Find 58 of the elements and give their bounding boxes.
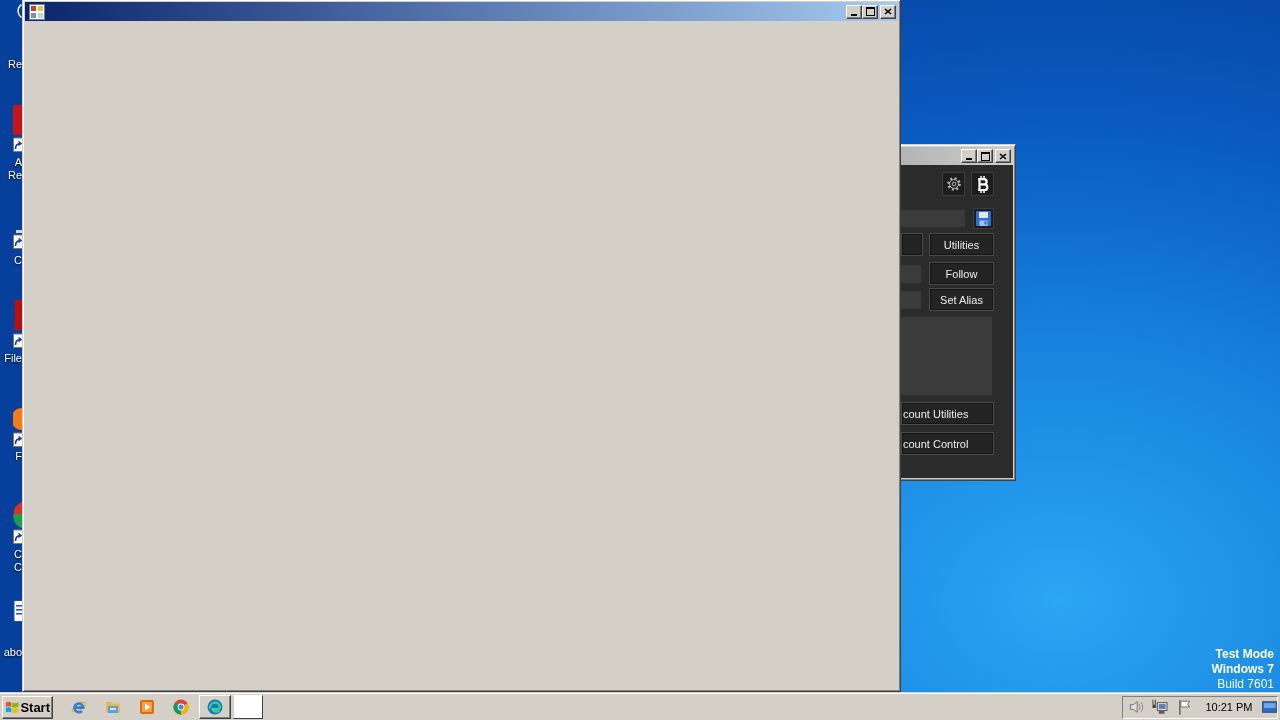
taskbar-button[interactable] xyxy=(199,695,231,719)
flag-icon[interactable] xyxy=(1176,699,1193,715)
show-desktop-icon[interactable] xyxy=(1261,699,1277,715)
close-button[interactable] xyxy=(995,149,1011,163)
close-button[interactable] xyxy=(880,4,896,19)
browser-icon xyxy=(207,699,223,715)
app-icon xyxy=(29,3,45,20)
bitcoin-button[interactable] xyxy=(971,172,994,196)
shortcut-icon[interactable] xyxy=(13,502,22,544)
maximize-button[interactable] xyxy=(977,149,993,163)
action-button[interactable]: Utilities xyxy=(929,233,994,256)
speaker-icon[interactable] xyxy=(1129,699,1145,715)
browser-icon[interactable] xyxy=(71,699,87,715)
shortcut-label: File xyxy=(4,352,22,365)
shortcut-label: C xyxy=(14,548,22,561)
shortcut-label: A xyxy=(14,156,22,169)
maximize-icon xyxy=(980,151,990,161)
maximize-button[interactable] xyxy=(862,4,878,19)
save-button[interactable] xyxy=(973,208,994,229)
bin-icon[interactable] xyxy=(17,4,22,18)
shortcut-icon[interactable] xyxy=(13,408,22,447)
taskbar-button[interactable] xyxy=(233,695,263,719)
clock: 10:21 PM xyxy=(1205,701,1253,713)
shortcut-label: C xyxy=(14,254,22,267)
shortcut-label: F xyxy=(15,450,22,463)
shortcut-icon[interactable] xyxy=(13,300,22,348)
action-button[interactable]: count Utilities xyxy=(901,402,994,425)
input-field[interactable] xyxy=(901,210,965,227)
shortcut-icon[interactable] xyxy=(13,230,22,249)
action-button[interactable]: Follow xyxy=(929,262,994,285)
start-button[interactable]: Start xyxy=(2,695,53,719)
settings-button[interactable] xyxy=(942,172,965,196)
test-mode-notice: Build 7601 xyxy=(1217,677,1274,692)
network-icon[interactable] xyxy=(1152,699,1168,715)
minimize-icon xyxy=(851,13,857,16)
close-icon xyxy=(884,8,892,15)
bitcoin-icon xyxy=(976,175,989,193)
close-icon xyxy=(999,152,1007,160)
play-icon[interactable] xyxy=(139,699,155,715)
start-flag-icon xyxy=(5,699,20,715)
shortcut-icon[interactable] xyxy=(13,105,22,152)
document-icon[interactable] xyxy=(13,600,22,622)
input-field[interactable] xyxy=(901,290,921,309)
test-mode-notice: Test Mode xyxy=(1215,647,1274,662)
shortcut-label: C xyxy=(14,561,22,574)
test-mode-notice: Windows 7 xyxy=(1211,662,1274,677)
action-button[interactable]: count Control xyxy=(901,432,994,455)
shortcut-label: Re xyxy=(7,58,22,71)
input-field[interactable] xyxy=(901,264,921,283)
minimize-icon xyxy=(966,158,972,160)
settings-icon xyxy=(945,176,962,192)
shortcut-label: Re xyxy=(7,169,22,182)
browser-icon[interactable] xyxy=(173,699,189,715)
minimize-button[interactable] xyxy=(846,4,862,19)
action-button[interactable]: Set Alias xyxy=(929,288,994,311)
minimize-button[interactable] xyxy=(961,149,977,163)
maximize-icon xyxy=(865,7,875,16)
shortcut-label: abo xyxy=(3,646,22,659)
